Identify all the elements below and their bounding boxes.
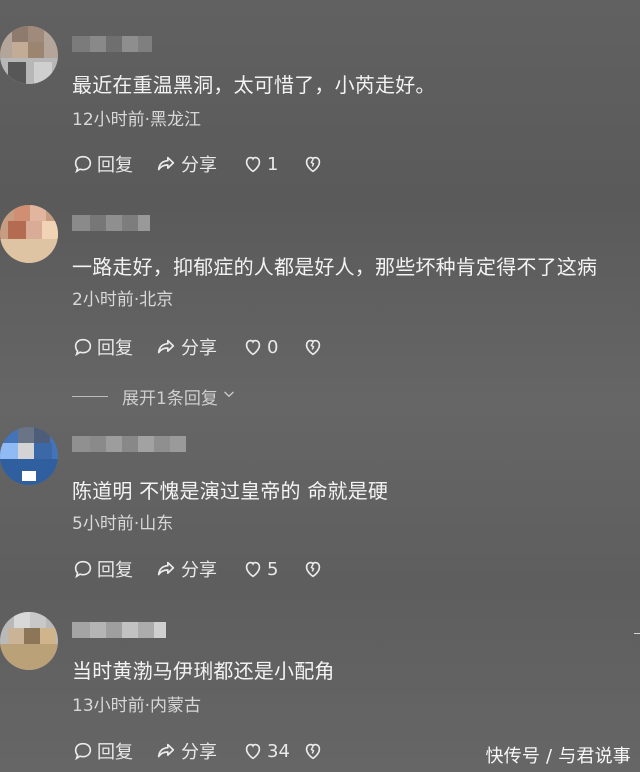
like-count: 1 (267, 153, 279, 175)
reply-button[interactable]: 回复 (72, 738, 154, 764)
share-label: 分享 (181, 338, 217, 359)
comment-item: 一路走好，抑郁症的人都是好人，那些坏种肯定得不了这病 2小时前·北京 回复 分享 (0, 190, 640, 410)
like-button[interactable]: 1 (242, 153, 302, 175)
like-button[interactable]: 5 (242, 558, 302, 580)
dislike-button[interactable] (302, 558, 326, 580)
comment-actions: 回复 分享 5 (72, 555, 326, 583)
chevron-down-icon (222, 386, 236, 406)
share-button[interactable]: 分享 (154, 151, 242, 177)
reply-icon (72, 558, 94, 580)
share-icon (154, 558, 178, 580)
like-count: 0 (267, 336, 279, 358)
comment-actions: 回复 分享 34 (72, 737, 326, 765)
dislike-button[interactable] (302, 153, 326, 175)
avatar[interactable] (0, 205, 58, 263)
share-button[interactable]: 分享 (154, 738, 242, 764)
avatar[interactable] (0, 26, 58, 84)
divider-line (72, 395, 108, 397)
avatar[interactable] (0, 427, 58, 485)
share-icon (154, 336, 178, 358)
reply-icon (72, 740, 94, 762)
comment-text: 陈道明 不愧是演过皇帝的 命就是硬 (72, 479, 389, 503)
comment-meta: 12小时前·黑龙江 (72, 110, 202, 130)
heart-icon (242, 558, 264, 580)
reply-button[interactable]: 回复 (72, 556, 154, 582)
heart-icon (242, 153, 264, 175)
reply-label: 回复 (97, 155, 133, 176)
broken-heart-icon (302, 740, 324, 762)
reply-label: 回复 (97, 742, 133, 763)
reply-button[interactable]: 回复 (72, 334, 154, 360)
broken-heart-icon (302, 153, 324, 175)
username[interactable] (72, 620, 166, 640)
comment-text: 一路走好，抑郁症的人都是好人，那些坏种肯定得不了这病 (72, 255, 598, 279)
comment-text: 当时黄渤马伊琍都还是小配角 (72, 659, 335, 683)
edge-mark (634, 633, 640, 634)
reply-icon (72, 153, 94, 175)
reply-button[interactable]: 回复 (72, 151, 154, 177)
like-button[interactable]: 0 (242, 336, 302, 358)
comment-feed: 最近在重温黑洞，太可惜了，小芮走好。 12小时前·黑龙江 回复 分享 1 一路走… (0, 0, 640, 772)
expand-replies-button[interactable]: 展开1条回复 (72, 385, 236, 409)
share-icon (154, 740, 178, 762)
comment-actions: 回复 分享 1 (72, 150, 326, 178)
comment-meta: 13小时前·内蒙古 (72, 696, 202, 716)
share-icon (154, 153, 178, 175)
like-count: 34 (267, 740, 290, 762)
broken-heart-icon (302, 558, 324, 580)
expand-replies-label: 展开1条回复 (122, 388, 218, 409)
watermark: 快传号 / 与君说事 (485, 746, 631, 767)
heart-icon (242, 336, 264, 358)
like-button[interactable]: 34 (242, 740, 302, 762)
username[interactable] (72, 34, 152, 54)
reply-icon (72, 336, 94, 358)
comment-text: 最近在重温黑洞，太可惜了，小芮走好。 (72, 73, 436, 97)
avatar[interactable] (0, 612, 58, 670)
share-button[interactable]: 分享 (154, 334, 242, 360)
share-label: 分享 (181, 560, 217, 581)
dislike-button[interactable] (302, 740, 326, 762)
reply-label: 回复 (97, 338, 133, 359)
share-label: 分享 (181, 155, 217, 176)
like-count: 5 (267, 558, 279, 580)
reply-label: 回复 (97, 560, 133, 581)
share-button[interactable]: 分享 (154, 556, 242, 582)
comment-actions: 回复 分享 0 (72, 333, 326, 361)
share-label: 分享 (181, 742, 217, 763)
comment-item: 陈道明 不愧是演过皇帝的 命就是硬 5小时前·山东 回复 分享 5 (0, 410, 640, 600)
broken-heart-icon (302, 336, 324, 358)
username[interactable] (72, 213, 150, 233)
comment-item: 最近在重温黑洞，太可惜了，小芮走好。 12小时前·黑龙江 回复 分享 1 (0, 0, 640, 190)
dislike-button[interactable] (302, 336, 326, 358)
comment-meta: 2小时前·北京 (72, 290, 174, 310)
comment-meta: 5小时前·山东 (72, 514, 174, 534)
username[interactable] (72, 434, 186, 454)
heart-icon (242, 740, 264, 762)
